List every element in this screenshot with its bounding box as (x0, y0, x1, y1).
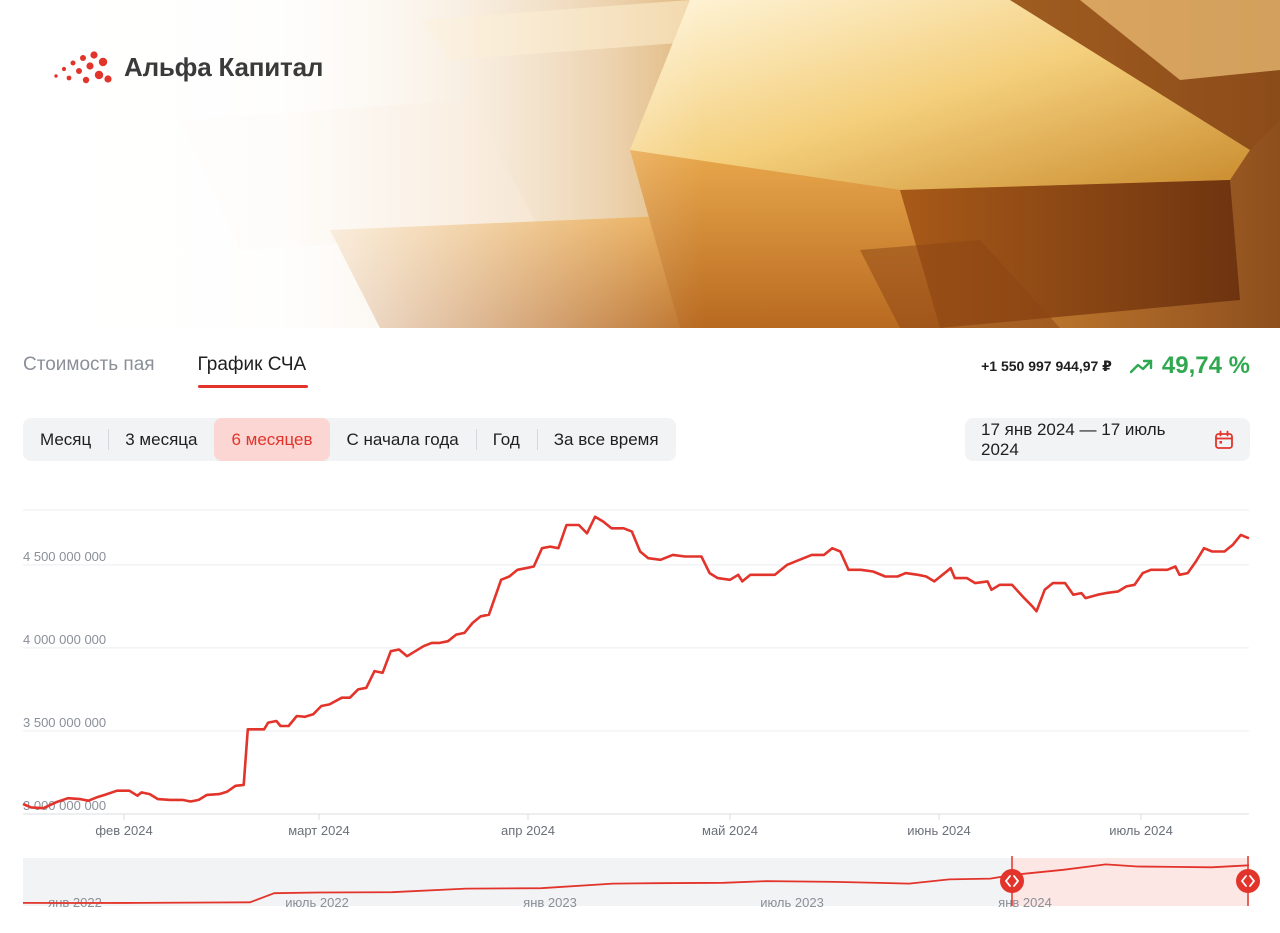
period-3-months[interactable]: 3 месяца (108, 418, 214, 461)
y-tick-label: 4 000 000 000 (23, 632, 106, 647)
performance-summary: +1 550 997 944,97 ₽ 49,74 % (981, 352, 1250, 380)
y-axis-labels: 3 000 000 0003 500 000 0004 000 000 0004… (23, 549, 106, 813)
date-range-picker[interactable]: 17 янв 2024 — 17 июль 2024 (965, 418, 1250, 461)
brand-name: Альфа Капитал (124, 51, 324, 82)
period-all-time[interactable]: За все время (536, 418, 676, 461)
navigator-tick-label: янв 2024 (998, 895, 1052, 910)
navigator-handle-right[interactable] (1236, 869, 1260, 893)
y-tick-label: 4 500 000 000 (23, 549, 106, 564)
x-tick-label: июнь 2024 (907, 823, 971, 838)
change-percent-group: 49,74 % (1129, 352, 1250, 380)
tab-unit-price[interactable]: Стоимость пая (23, 354, 155, 388)
chart-tabs: Стоимость пая График СЧА (23, 354, 308, 388)
y-tick-label: 3 500 000 000 (23, 715, 106, 730)
brand-dots-icon (54, 51, 112, 84)
hero-banner: Альфа Капитал (0, 0, 1280, 328)
x-tick-label: фев 2024 (95, 823, 152, 838)
x-tick-label: май 2024 (702, 823, 758, 838)
chart-gridlines (23, 509, 1249, 815)
x-tick-label: июль 2024 (1109, 823, 1173, 838)
period-selector: Месяц 3 месяца 6 месяцев С начала года Г… (23, 418, 676, 461)
navigator-tick-label: янв 2023 (523, 895, 577, 910)
period-year[interactable]: Год (475, 418, 537, 461)
period-6-months[interactable]: 6 месяцев (214, 418, 330, 461)
period-ytd[interactable]: С начала года (330, 418, 476, 461)
x-tick-label: апр 2024 (501, 823, 555, 838)
navigator-tick-label: июль 2022 (285, 895, 349, 910)
x-axis-labels: фев 2024 март 2024 апр 2024 май 2024 июнь 20… (95, 814, 1173, 838)
navigator-tick-label: июль 2023 (760, 895, 824, 910)
navigator-handle-left[interactable] (1000, 869, 1024, 893)
range-navigator[interactable]: янв 2022 июль 2022 янв 2023 июль 2023 янв 20… (0, 852, 1280, 912)
period-month[interactable]: Месяц (23, 418, 108, 461)
calendar-icon (1215, 430, 1234, 449)
change-absolute: +1 550 997 944,97 ₽ (981, 357, 1112, 374)
x-tick-label: март 2024 (288, 823, 350, 838)
nav-line-chart[interactable]: 3 000 000 0003 500 000 0004 000 000 0004… (0, 495, 1280, 847)
nav-series-line (22, 515, 1250, 810)
trend-up-icon (1129, 359, 1153, 374)
tab-nav-chart[interactable]: График СЧА (197, 354, 308, 388)
change-percent: 49,74 % (1161, 352, 1250, 379)
date-range-label: 17 янв 2024 — 17 июль 2024 (981, 419, 1166, 459)
brand-logo[interactable]: Альфа Капитал (50, 50, 323, 84)
